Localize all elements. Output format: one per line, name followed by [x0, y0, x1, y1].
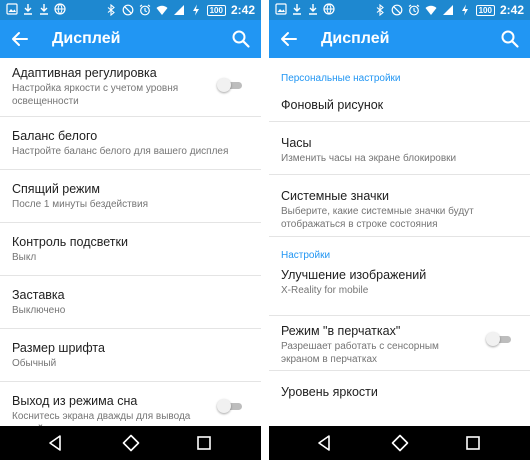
setting-subtitle: Выкл: [12, 252, 37, 263]
do-not-disturb-icon: [391, 4, 403, 16]
nav-back-icon[interactable]: [46, 433, 66, 453]
image-enhancement-item[interactable]: Улучшение изображений X-Reality for mobi…: [269, 263, 530, 316]
settings-list: Адаптивная регулировка Настройка яркости…: [0, 58, 261, 426]
screensaver-item[interactable]: Заставка Выключено: [0, 276, 261, 329]
globe-icon: [54, 3, 66, 15]
setting-title: Системные значки: [281, 189, 389, 203]
setting-subtitle: Настройка яркости с учетом уровня освеще…: [12, 83, 179, 107]
settings-list: Персональные настройки Фоновый рисунок Ч…: [269, 58, 530, 426]
battery-icon: 100: [206, 4, 226, 16]
setting-title: Заставка: [12, 288, 65, 302]
brightness-level-item[interactable]: Уровень яркости: [269, 371, 530, 411]
glove-mode-item[interactable]: Режим "в перчатках" Разрешает работать с…: [269, 316, 530, 371]
wifi-icon: [425, 4, 437, 16]
setting-subtitle: Настройте баланс белого для вашего диспл…: [12, 146, 229, 157]
bluetooth-icon: [105, 4, 117, 16]
left-screen: 100 2:42 Дисплей Адаптивная регулировка …: [0, 0, 261, 460]
clock: 2:42: [230, 3, 255, 17]
charging-icon: [190, 4, 202, 16]
setting-title: Спящий режим: [12, 182, 100, 196]
battery-icon: 100: [475, 4, 495, 16]
wake-on-tap-toggle[interactable]: [217, 399, 242, 413]
navigation-bar: [0, 426, 261, 460]
app-bar: Дисплей: [269, 20, 530, 58]
wake-on-tap-item[interactable]: Выход из режима сна Коснитесь экрана два…: [0, 382, 261, 426]
page-title: Дисплей: [52, 30, 121, 47]
setting-subtitle: Выключено: [12, 305, 66, 316]
signal-icon: [442, 4, 454, 16]
setting-title: Размер шрифта: [12, 341, 105, 355]
download-icon: [291, 3, 303, 15]
section-header-personal: Персональные настройки: [281, 73, 401, 84]
section-header-settings: Настройки: [281, 250, 331, 261]
setting-title: Улучшение изображений: [281, 268, 427, 282]
nav-home-icon[interactable]: [390, 433, 410, 453]
signal-icon: [173, 4, 185, 16]
backlight-control-item[interactable]: Контроль подсветки Выкл: [0, 223, 261, 276]
setting-subtitle: Выберите, какие системные значки будут о…: [281, 206, 474, 230]
charging-icon: [459, 4, 471, 16]
nav-back-icon[interactable]: [315, 433, 335, 453]
setting-title: Контроль подсветки: [12, 235, 128, 249]
system-icons-item[interactable]: Системные значки Выберите, какие системн…: [269, 175, 530, 237]
bluetooth-icon: [374, 4, 386, 16]
image-icon: [275, 3, 287, 15]
setting-title: Режим "в перчатках": [281, 324, 401, 338]
search-icon[interactable]: [498, 27, 522, 51]
setting-title: Часы: [281, 136, 312, 150]
setting-title: Выход из режима сна: [12, 394, 138, 408]
setting-subtitle: После 1 минуты бездействия: [12, 199, 148, 210]
clock: 2:42: [499, 3, 524, 17]
alarm-icon: [408, 4, 420, 16]
status-bar: 100 2:42: [0, 0, 261, 20]
setting-subtitle: X-Reality for mobile: [281, 285, 369, 296]
image-icon: [6, 3, 18, 15]
search-icon[interactable]: [229, 27, 253, 51]
download-icon: [38, 3, 50, 15]
setting-title: Баланс белого: [12, 129, 98, 143]
setting-title: Уровень яркости: [281, 385, 378, 399]
setting-title: Фоновый рисунок: [281, 98, 384, 112]
setting-title: Адаптивная регулировка: [12, 66, 157, 80]
globe-icon: [323, 3, 335, 15]
do-not-disturb-icon: [122, 4, 134, 16]
adaptive-brightness-toggle[interactable]: [217, 78, 242, 92]
font-size-item[interactable]: Размер шрифта Обычный: [0, 329, 261, 382]
setting-subtitle: Обычный: [12, 358, 57, 369]
adaptive-brightness-item[interactable]: Адаптивная регулировка Настройка яркости…: [0, 58, 261, 117]
clock-item[interactable]: Часы Изменить часы на экране блокировки: [269, 122, 530, 175]
glove-mode-toggle[interactable]: [486, 332, 511, 346]
white-balance-item[interactable]: Баланс белого Настройте баланс белого дл…: [0, 117, 261, 170]
wifi-icon: [156, 4, 168, 16]
back-arrow-icon[interactable]: [277, 27, 301, 51]
back-arrow-icon[interactable]: [8, 27, 32, 51]
sleep-item[interactable]: Спящий режим После 1 минуты бездействия: [0, 170, 261, 223]
page-title: Дисплей: [321, 30, 390, 47]
setting-subtitle: Коснитесь экрана дважды для вывода устро…: [12, 411, 191, 426]
setting-subtitle: Изменить часы на экране блокировки: [281, 153, 457, 164]
setting-subtitle: Разрешает работать с сенсорным экраном в…: [281, 341, 439, 365]
wallpaper-item[interactable]: Фоновый рисунок: [269, 85, 530, 122]
download-icon: [307, 3, 319, 15]
nav-home-icon[interactable]: [121, 433, 141, 453]
download-icon: [22, 3, 34, 15]
alarm-icon: [139, 4, 151, 16]
nav-recents-icon[interactable]: [463, 433, 483, 453]
status-bar: 100 2:42: [269, 0, 530, 20]
app-bar: Дисплей: [0, 20, 261, 58]
nav-recents-icon[interactable]: [194, 433, 214, 453]
right-screen: 100 2:42 Дисплей Персональные настройки …: [269, 0, 530, 460]
navigation-bar: [269, 426, 530, 460]
